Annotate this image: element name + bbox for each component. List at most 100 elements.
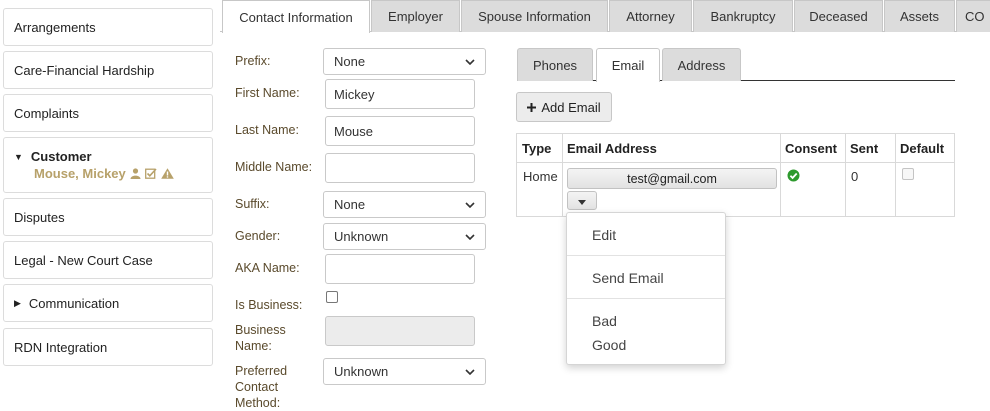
sidebar-item-label: Legal - New Court Case — [14, 252, 153, 268]
tab-label: Spouse Information — [478, 9, 591, 24]
column-header-consent: Consent — [785, 140, 837, 156]
preferred-contact-select[interactable]: Unknown — [323, 358, 486, 385]
contact-method-tabs: Phones Email Address — [517, 48, 955, 82]
gender-select[interactable]: Unknown — [323, 223, 486, 250]
tab-label: Contact Information — [239, 9, 353, 25]
column-header-email-address: Email Address — [567, 140, 657, 156]
sidebar-item-customer[interactable]: ▼ Customer Mouse, Mickey — [3, 137, 213, 193]
menu-divider — [567, 255, 725, 256]
menu-item-edit[interactable]: Edit — [592, 227, 616, 243]
caret-down-icon — [578, 193, 586, 208]
tab-label: Attorney — [626, 9, 675, 24]
chevron-down-icon — [465, 233, 475, 240]
is-business-checkbox[interactable] — [326, 291, 338, 303]
label-line: Preferred — [235, 364, 288, 378]
tab-deceased[interactable]: Deceased — [794, 0, 883, 32]
last-name-label: Last Name: — [235, 123, 299, 137]
tab-co[interactable]: CO — [956, 0, 990, 32]
chevron-down-icon — [465, 368, 475, 375]
check-square-icon — [144, 168, 157, 179]
user-icon — [130, 168, 141, 179]
chevron-down-icon — [465, 58, 475, 65]
label-line: Name: — [235, 339, 272, 353]
prefix-value: None — [334, 54, 366, 69]
middle-name-label: Middle Name: — [235, 160, 313, 174]
caret-down-icon: ▼ — [14, 151, 23, 162]
label-line: Method: — [235, 396, 281, 410]
sidebar-item-complaints[interactable]: Complaints — [3, 94, 213, 132]
menu-divider — [567, 298, 725, 299]
tab-assets[interactable]: Assets — [884, 0, 955, 32]
sidebar-item-communication[interactable]: ▶ Communication — [3, 284, 213, 322]
first-name-input[interactable] — [325, 79, 475, 109]
sidebar-item-arrangements[interactable]: Arrangements — [3, 8, 213, 46]
prefix-label: Prefix: — [235, 54, 271, 68]
first-name-label: First Name: — [235, 86, 300, 100]
sidebar-item-label: Customer — [30, 149, 92, 164]
suffix-select[interactable]: None — [323, 191, 486, 218]
suffix-label: Suffix: — [235, 197, 270, 211]
tab-contact-information[interactable]: Contact Information — [222, 0, 370, 33]
sidebar-item-care-financial-hardship[interactable]: Care-Financial Hardship — [3, 51, 213, 89]
tab-label: CO — [965, 9, 985, 24]
sidebar-item-label: Communication — [28, 295, 120, 311]
column-header-default: Default — [900, 140, 945, 156]
tab-spouse-information[interactable]: Spouse Information — [461, 0, 608, 32]
tab-label: Employer — [388, 9, 443, 24]
business-name-input — [325, 316, 475, 346]
email-table: Type Email Address Consent Sent Default … — [516, 133, 955, 217]
label-line: Business — [235, 323, 286, 337]
tab-phones[interactable]: Phones — [517, 48, 593, 81]
tab-label: Assets — [899, 9, 939, 24]
sidebar-item-label: Care-Financial Hardship — [14, 62, 155, 78]
middle-name-input[interactable] — [325, 153, 475, 183]
tab-label: Bankruptcy — [710, 9, 776, 24]
chevron-down-icon — [465, 201, 475, 208]
column-header-sent: Sent — [850, 140, 879, 156]
email-type-cell: Home — [523, 169, 558, 184]
top-tab-bar: Contact Information Employer Spouse Info… — [220, 0, 990, 33]
caret-right-icon: ▶ — [14, 297, 21, 308]
default-checkbox[interactable] — [902, 168, 914, 180]
gender-label: Gender: — [235, 229, 281, 243]
menu-item-send-email[interactable]: Send Email — [592, 270, 664, 286]
tab-attorney[interactable]: Attorney — [609, 0, 692, 32]
add-email-label: Add Email — [541, 99, 601, 115]
add-email-button[interactable]: Add Email — [516, 92, 612, 122]
email-actions-toggle[interactable] — [567, 191, 597, 210]
prefix-select[interactable]: None — [323, 48, 486, 75]
tab-label: Email — [611, 58, 645, 73]
suffix-value: None — [334, 197, 366, 212]
gender-value: Unknown — [334, 229, 389, 244]
business-name-label: Business Name: — [235, 322, 286, 354]
menu-item-good[interactable]: Good — [592, 337, 626, 353]
label-line: Contact — [235, 380, 279, 394]
sidebar-item-legal-new-court-case[interactable]: Legal - New Court Case — [3, 241, 213, 279]
consent-check-icon — [787, 169, 800, 185]
sidebar-item-label: Complaints — [14, 105, 80, 121]
menu-item-bad[interactable]: Bad — [592, 313, 617, 329]
is-business-label: Is Business: — [235, 298, 303, 312]
sidebar-item-rdn-integration[interactable]: RDN Integration — [3, 328, 213, 366]
tab-bankruptcy[interactable]: Bankruptcy — [693, 0, 793, 32]
tab-address[interactable]: Address — [662, 48, 741, 81]
sent-count-cell: 0 — [851, 169, 859, 184]
email-address-button[interactable]: test@gmail.com — [567, 168, 777, 189]
email-actions-menu: Edit Send Email Bad Good — [566, 212, 726, 365]
sidebar-item-disputes[interactable]: Disputes — [3, 198, 213, 236]
tab-label: Deceased — [809, 9, 868, 24]
last-name-input[interactable] — [325, 116, 475, 146]
tab-employer[interactable]: Employer — [371, 0, 460, 32]
tab-label: Phones — [532, 57, 578, 73]
sidebar-item-label: Arrangements — [14, 19, 96, 35]
customer-name: Mouse, Mickey — [34, 166, 126, 181]
aka-name-input[interactable] — [325, 254, 475, 284]
warning-icon — [160, 168, 174, 179]
tab-email[interactable]: Email — [596, 48, 660, 82]
tab-label: Address — [677, 57, 726, 73]
column-header-type: Type — [522, 140, 552, 156]
email-address-text: test@gmail.com — [627, 171, 717, 186]
aka-name-label: AKA Name: — [235, 261, 300, 275]
sidebar-item-label: RDN Integration — [14, 339, 108, 355]
sidebar-item-label: Disputes — [14, 209, 65, 225]
